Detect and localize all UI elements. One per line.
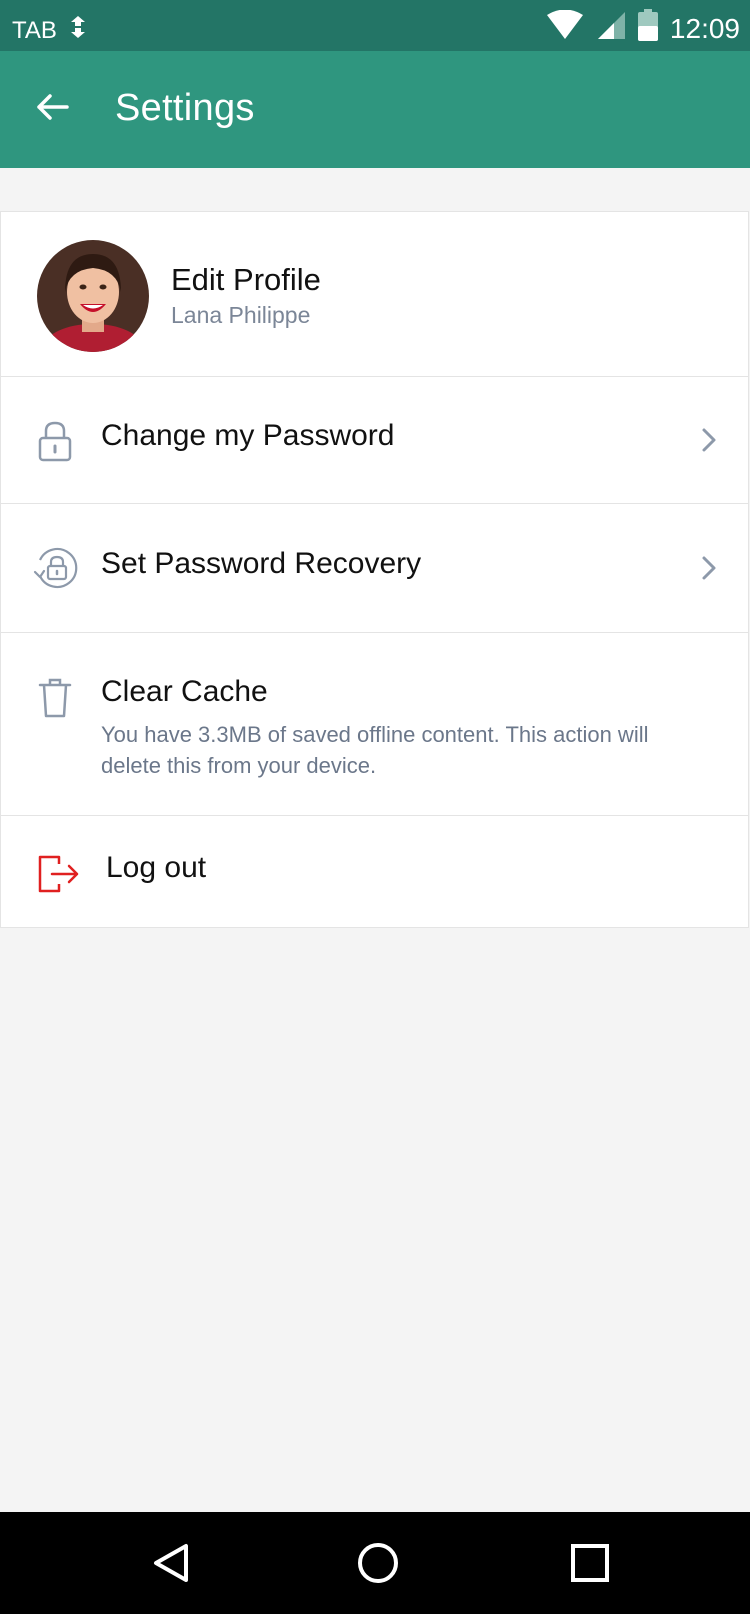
status-left: TAB	[12, 14, 89, 47]
avatar	[37, 240, 149, 352]
data-sync-icon	[67, 14, 89, 47]
back-nav-icon[interactable]	[140, 1533, 200, 1593]
logout-label: Log out	[106, 851, 207, 884]
change-password-label: Change my Password	[101, 419, 395, 452]
status-bar: TAB 12:09	[0, 0, 750, 51]
wifi-icon	[546, 9, 584, 47]
home-nav-icon[interactable]	[348, 1533, 408, 1593]
app-bar: Settings	[0, 51, 750, 168]
clear-cache-description: You have 3.3MB of saved offline content.…	[101, 722, 649, 778]
status-time: 12:09	[669, 12, 740, 44]
chevron-right-icon	[694, 553, 724, 583]
recents-nav-icon[interactable]	[560, 1533, 620, 1593]
arrow-left-icon	[37, 94, 69, 120]
page-title: Settings	[115, 87, 255, 129]
signal-icon	[596, 10, 626, 47]
change-password-item[interactable]: Change my Password	[0, 377, 749, 504]
back-button[interactable]	[24, 79, 80, 135]
chevron-right-icon	[694, 425, 724, 455]
system-nav-bar	[0, 1512, 750, 1614]
battery-icon	[637, 9, 658, 48]
trash-icon	[31, 674, 79, 722]
edit-profile-item[interactable]: Edit Profile Lana Philippe	[0, 211, 749, 377]
profile-name: Lana Philippe	[171, 302, 311, 328]
clear-cache-label: Clear Cache	[101, 675, 268, 708]
status-right: 12:09	[546, 9, 740, 48]
lock-recovery-icon	[31, 544, 79, 592]
edit-profile-label: Edit Profile	[171, 262, 321, 297]
carrier-label: TAB	[12, 16, 57, 44]
password-recovery-item[interactable]: Set Password Recovery	[0, 504, 749, 633]
lock-icon	[31, 417, 79, 465]
logout-item[interactable]: Log out	[0, 816, 749, 928]
password-recovery-label: Set Password Recovery	[101, 547, 422, 580]
clear-cache-item[interactable]: Clear Cache You have 3.3MB of saved offl…	[0, 633, 749, 816]
logout-icon	[35, 850, 83, 898]
